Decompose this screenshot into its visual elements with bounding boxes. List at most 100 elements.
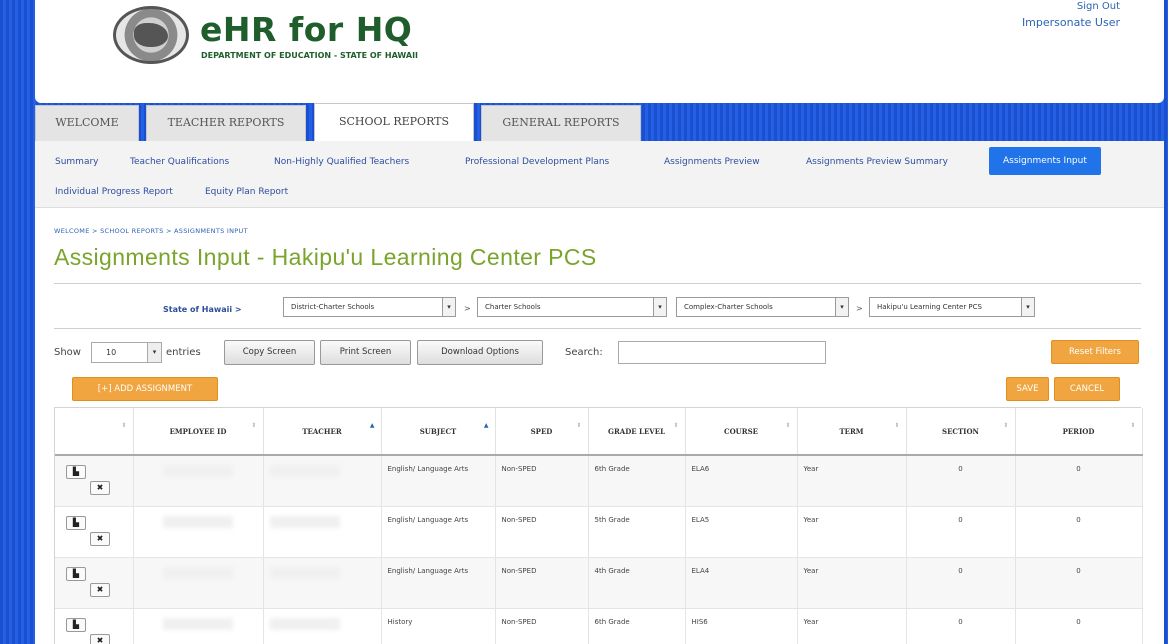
separator: > (464, 304, 471, 313)
subnav-assignments-preview-summary[interactable]: Assignments Preview Summary (806, 157, 948, 167)
download-options-button[interactable]: Download Options (417, 340, 543, 365)
save-button[interactable]: SAVE (1006, 377, 1049, 401)
section-cell: 0 (906, 608, 1016, 644)
school-type-select-value: Charter Schools (485, 303, 541, 311)
complex-select[interactable]: Complex-Charter Schools ▾ (676, 297, 849, 317)
school-type-select[interactable]: Charter Schools ▾ (477, 297, 667, 317)
search-label: Search: (565, 347, 603, 358)
subnav-assignments-preview[interactable]: Assignments Preview (664, 157, 760, 167)
column-header-period[interactable]: PERIOD ⇕ (1015, 408, 1143, 456)
course-cell: ELA4 (685, 557, 798, 609)
column-header-sped[interactable]: SPED ⇕ (495, 408, 589, 456)
sort-icon: ⇕ (251, 422, 257, 429)
grade-cell: 6th Grade (588, 608, 686, 644)
subnav-non-hq-teachers[interactable]: Non-Highly Qualified Teachers (274, 157, 409, 167)
breadcrumb[interactable]: WELCOME > SCHOOL REPORTS > ASSIGNMENTS I… (54, 227, 248, 235)
app-subtitle: DEPARTMENT OF EDUCATION - STATE OF HAWAI… (201, 51, 419, 60)
term-cell: Year (797, 608, 907, 644)
tab-welcome[interactable]: WELCOME (35, 105, 139, 141)
teacher-cell (263, 455, 382, 507)
entries-label: entries (166, 347, 201, 358)
assignments-table-container: ⇕ EMPLOYEE ID ⇕ TEACHER ▲ SUBJECT ▲ SPED ⇕ G… (54, 407, 1143, 644)
close-icon[interactable]: ✖ (90, 582, 110, 597)
subnav-pd-plans[interactable]: Professional Development Plans (465, 157, 609, 167)
copy-screen-button[interactable]: Copy Screen (224, 340, 315, 365)
chevron-down-icon: ▾ (1021, 297, 1035, 317)
column-header-subject[interactable]: SUBJECT ▲ (381, 408, 496, 456)
column-header-actions[interactable]: ⇕ (55, 408, 134, 456)
employee-id-cell (133, 557, 264, 609)
divider (54, 283, 1141, 284)
state-seal-logo (113, 6, 189, 64)
subnav-teacher-qualifications[interactable]: Teacher Qualifications (130, 157, 229, 167)
subnav-summary[interactable]: Summary (55, 157, 99, 167)
column-header-grade-level[interactable]: GRADE LEVEL ⇕ (588, 408, 686, 456)
section-cell: 0 (906, 506, 1016, 558)
tab-school-reports[interactable]: SCHOOL REPORTS (314, 103, 474, 141)
period-cell: 0 (1015, 608, 1143, 644)
sort-icon: ⇕ (785, 422, 791, 429)
reset-filters-button[interactable]: Reset Filters (1051, 340, 1139, 364)
district-select[interactable]: District-Charter Schools ▾ (283, 297, 456, 317)
edit-icon[interactable]: ▙ (66, 617, 86, 632)
edit-icon[interactable]: ▙ (66, 515, 86, 530)
column-header-term[interactable]: TERM ⇕ (797, 408, 907, 456)
tab-teacher-reports[interactable]: TEACHER REPORTS (146, 105, 306, 141)
redacted-value (163, 566, 233, 579)
add-assignment-button[interactable]: [+] ADD ASSIGNMENT (72, 377, 218, 401)
sped-cell: Non-SPED (495, 506, 589, 558)
sped-cell: Non-SPED (495, 608, 589, 644)
subnav-equity-plan[interactable]: Equity Plan Report (205, 187, 288, 197)
tab-general-reports[interactable]: GENERAL REPORTS (481, 105, 641, 141)
column-header-course[interactable]: COURSE ⇕ (685, 408, 798, 456)
chevron-down-icon: ▾ (442, 297, 456, 317)
separator: > (856, 304, 863, 313)
teacher-cell (263, 557, 382, 609)
redacted-value (269, 617, 340, 630)
assignments-table: ⇕ EMPLOYEE ID ⇕ TEACHER ▲ SUBJECT ▲ SPED ⇕ G… (55, 408, 1143, 644)
table-row: ▙ ✖ English/ Language Arts Non-SPED 6th … (55, 455, 1143, 507)
period-cell: 0 (1015, 557, 1143, 609)
state-link[interactable]: State of Hawaii > (163, 305, 242, 314)
column-header-employee-id[interactable]: EMPLOYEE ID ⇕ (133, 408, 264, 456)
sort-icon: ⇕ (121, 422, 127, 429)
employee-id-cell (133, 455, 264, 507)
course-cell: ELA6 (685, 455, 798, 507)
close-icon[interactable]: ✖ (90, 633, 110, 644)
teacher-cell (263, 506, 382, 558)
chevron-down-icon: ▾ (835, 297, 849, 317)
close-icon[interactable]: ✖ (90, 531, 110, 546)
redacted-value (163, 617, 233, 630)
search-input[interactable] (618, 341, 826, 364)
divider (54, 328, 1141, 329)
section-cell: 0 (906, 557, 1016, 609)
sort-icon: ⇕ (1130, 422, 1136, 429)
subnav-assignments-input[interactable]: Assignments Input (989, 147, 1101, 175)
subnav-individual-progress[interactable]: Individual Progress Report (55, 187, 173, 197)
impersonate-user-link[interactable]: Impersonate User (1022, 16, 1120, 29)
sign-out-link[interactable]: Sign Out (1077, 1, 1120, 12)
redacted-value (269, 566, 340, 579)
sort-icon: ⇕ (576, 422, 582, 429)
subject-cell: English/ Language Arts (381, 557, 496, 609)
column-header-section[interactable]: SECTION ⇕ (906, 408, 1016, 456)
section-cell: 0 (906, 455, 1016, 507)
grade-cell: 6th Grade (588, 455, 686, 507)
subject-cell: History (381, 608, 496, 644)
school-select[interactable]: Hakipu'u Learning Center PCS ▾ (869, 297, 1035, 317)
edit-icon[interactable]: ▙ (66, 465, 86, 479)
edit-icon[interactable]: ▙ (66, 566, 86, 581)
cancel-button[interactable]: CANCEL (1054, 377, 1120, 401)
main-tabs: WELCOME TEACHER REPORTS SCHOOL REPORTS G… (35, 103, 1164, 141)
redacted-value (269, 465, 340, 477)
subject-cell: English/ Language Arts (381, 455, 496, 507)
table-row: ▙ ✖ English/ Language Arts Non-SPED 5th … (55, 506, 1143, 558)
print-screen-button[interactable]: Print Screen (320, 340, 411, 365)
close-icon[interactable]: ✖ (90, 481, 110, 495)
table-row: ▙ ✖ English/ Language Arts Non-SPED 4th … (55, 557, 1143, 609)
term-cell: Year (797, 506, 907, 558)
column-header-teacher[interactable]: TEACHER ▲ (263, 408, 382, 456)
entries-select[interactable]: 10 ▾ (91, 342, 162, 363)
page-title: Assignments Input - Hakipu'u Learning Ce… (54, 244, 597, 270)
sort-ascending-icon: ▲ (369, 422, 375, 429)
